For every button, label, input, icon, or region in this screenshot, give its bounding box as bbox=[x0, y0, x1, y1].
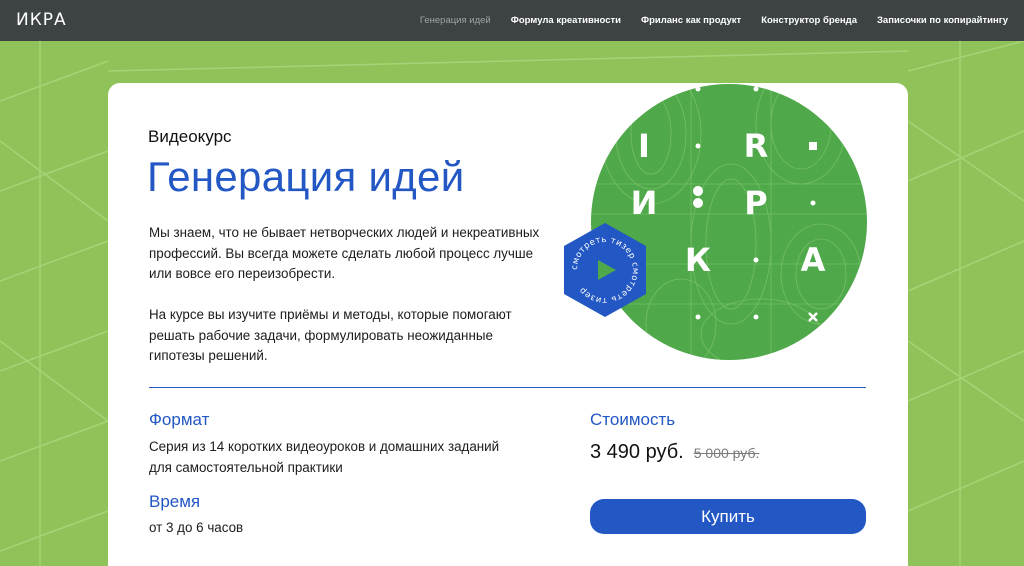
nav-link-brand-builder[interactable]: Конструктор бренда bbox=[761, 15, 857, 26]
nav-links: Генерация идей Формула креативности Фрил… bbox=[400, 0, 1008, 41]
watch-teaser-button[interactable]: смотреть тизер смотреть тизер bbox=[562, 221, 648, 319]
hero-letter-i-cyr: И bbox=[631, 184, 658, 222]
logo[interactable]: ИКРА bbox=[16, 10, 67, 30]
nav-link-copywriting-notes[interactable]: Записочки по копирайтингу bbox=[877, 15, 1008, 26]
course-description-2: На курсе вы изучите приёмы и методы, кот… bbox=[149, 307, 512, 363]
course-description-1: Мы знаем, что не бывает нетворческих люд… bbox=[149, 225, 540, 281]
time-heading: Время bbox=[149, 492, 201, 511]
price-current: 3 490 руб. bbox=[590, 441, 684, 463]
nav-link-freelance[interactable]: Фриланс как продукт bbox=[641, 15, 741, 26]
format-text: Серия из 14 коротких видеоуроков и домаш… bbox=[149, 439, 500, 475]
hero-letter-i: I bbox=[638, 127, 650, 165]
hero-letter-k: К bbox=[685, 241, 711, 279]
price-row: 3 490 руб. 5 000 руб. bbox=[590, 441, 759, 464]
hero-letter-r-cyr: Р bbox=[744, 184, 767, 222]
nav-link-creativity-formula[interactable]: Формула креативности bbox=[511, 15, 621, 26]
top-navigation: ИКРА Генерация идей Формула креативности… bbox=[0, 0, 1024, 41]
time-text: от 3 до 6 часов bbox=[149, 520, 244, 535]
buy-button[interactable]: Купить bbox=[590, 499, 866, 534]
section-divider bbox=[149, 387, 866, 388]
hero-letter-r: R bbox=[744, 127, 769, 165]
page-title: Генерация идей bbox=[147, 153, 465, 200]
hero-letter-a: А bbox=[801, 241, 826, 279]
course-type-label: Видеокурс bbox=[148, 127, 232, 146]
nav-link-idea-generation[interactable]: Генерация идей bbox=[420, 15, 491, 26]
price-old: 5 000 руб. bbox=[693, 445, 760, 461]
format-heading: Формат bbox=[149, 410, 210, 429]
course-card: Видеокурс Генерация идей Мы знаем, что н… bbox=[108, 83, 908, 566]
price-heading: Стоимость bbox=[590, 410, 676, 429]
